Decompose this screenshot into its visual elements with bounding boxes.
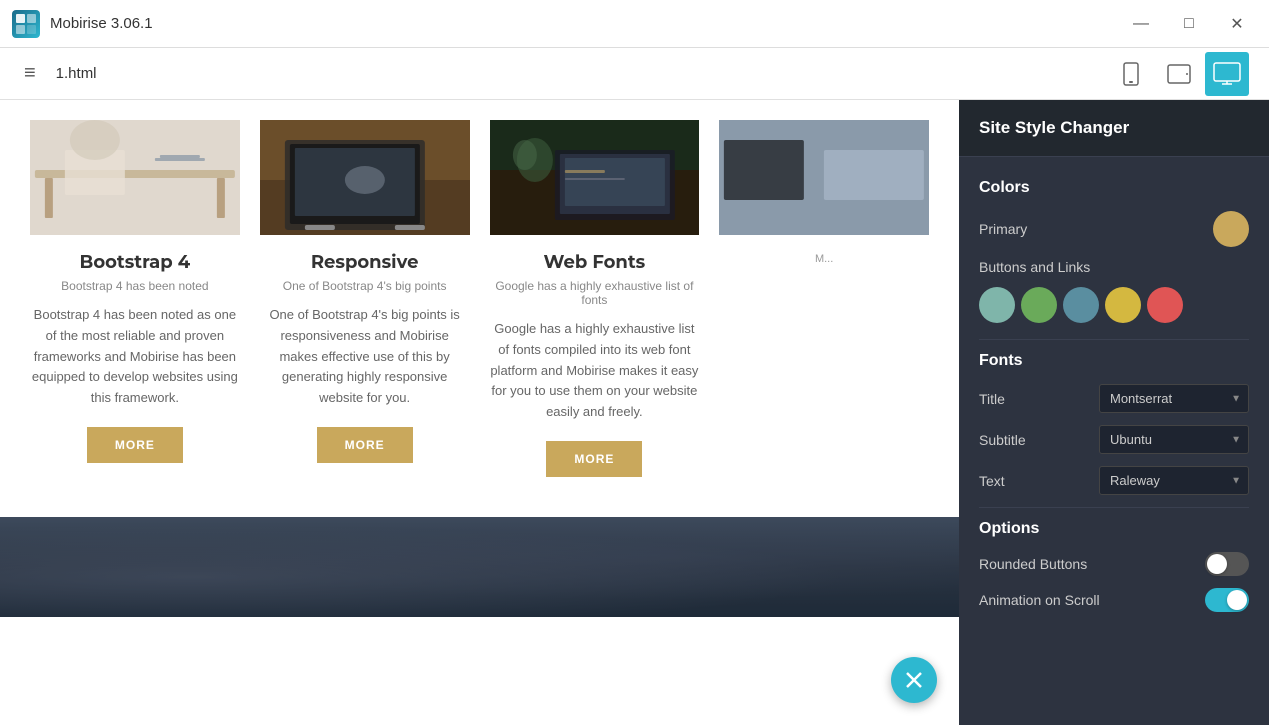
titlebar-left: Mobirise 3.06.1 <box>12 10 153 38</box>
card-3-title: Web Fonts <box>544 251 646 273</box>
titlebar: Mobirise 3.06.1 — □ ✕ <box>0 0 1269 48</box>
content-area: Bootstrap 4 Bootstrap 4 has been noted B… <box>0 100 959 725</box>
subtitle-font-dropdown[interactable]: Montserrat Ubuntu Raleway <box>1099 425 1249 454</box>
device-buttons <box>1109 52 1249 96</box>
text-font-dropdown[interactable]: Montserrat Ubuntu Raleway <box>1099 466 1249 495</box>
options-section-title: Options <box>979 520 1249 538</box>
swatch-3[interactable] <box>1063 287 1099 323</box>
primary-label: Primary <box>979 221 1027 237</box>
fonts-section-title: Fonts <box>979 352 1249 370</box>
window-controls: — □ ✕ <box>1121 4 1257 44</box>
title-font-dropdown[interactable]: Montserrat Ubuntu Raleway Open Sans <box>1099 384 1249 413</box>
minimize-button[interactable]: — <box>1121 4 1161 44</box>
primary-color-row: Primary <box>979 211 1249 247</box>
card-1-title: Bootstrap 4 <box>80 251 191 273</box>
card-3-text: Google has a highly exhaustive list of f… <box>490 319 700 423</box>
cards-section: Bootstrap 4 Bootstrap 4 has been noted B… <box>0 100 959 517</box>
bottom-section <box>0 517 959 617</box>
side-panel-title: Site Style Changer <box>979 118 1129 137</box>
filename-label: 1.html <box>56 65 97 82</box>
text-font-dropdown-wrapper: Montserrat Ubuntu Raleway <box>1099 466 1249 495</box>
animation-scroll-toggle[interactable] <box>1205 588 1249 612</box>
swatch-1[interactable] <box>979 287 1015 323</box>
color-swatches <box>979 287 1249 323</box>
title-font-label: Title <box>979 391 1005 407</box>
desktop-view-button[interactable] <box>1205 52 1249 96</box>
animation-scroll-label: Animation on Scroll <box>979 592 1100 608</box>
animation-scroll-toggle-thumb <box>1227 590 1247 610</box>
divider-1 <box>979 339 1249 340</box>
card-3-more-button[interactable]: MORE <box>546 441 642 477</box>
text-font-label: Text <box>979 473 1005 489</box>
side-panel-body: Colors Primary Buttons and Links Fonts T… <box>959 157 1269 642</box>
card-3-image <box>490 120 700 235</box>
card-1: Bootstrap 4 Bootstrap 4 has been noted B… <box>30 120 240 477</box>
rounded-buttons-toggle[interactable] <box>1205 552 1249 576</box>
close-button[interactable]: ✕ <box>1217 4 1257 44</box>
card-2-subtitle: One of Bootstrap 4's big points <box>283 279 447 293</box>
subtitle-font-row: Subtitle Montserrat Ubuntu Raleway <box>979 425 1249 454</box>
swatch-4[interactable] <box>1105 287 1141 323</box>
title-font-row: Title Montserrat Ubuntu Raleway Open San… <box>979 384 1249 413</box>
colors-section-title: Colors <box>979 179 1249 197</box>
card-3: Web Fonts Google has a highly exhaustive… <box>490 120 700 477</box>
card-2-title: Responsive <box>311 251 419 273</box>
tablet-view-button[interactable] <box>1157 52 1201 96</box>
card-1-image <box>30 120 240 235</box>
buttons-links-row: Buttons and Links <box>979 259 1249 275</box>
rounded-buttons-toggle-thumb <box>1207 554 1227 574</box>
card-4: M... <box>719 120 929 477</box>
divider-2 <box>979 507 1249 508</box>
subtitle-font-dropdown-wrapper: Montserrat Ubuntu Raleway <box>1099 425 1249 454</box>
swatch-5[interactable] <box>1147 287 1183 323</box>
maximize-button[interactable]: □ <box>1169 4 1209 44</box>
app-title: Mobirise 3.06.1 <box>50 15 153 32</box>
swatch-2[interactable] <box>1021 287 1057 323</box>
card-2-text: One of Bootstrap 4's big points is respo… <box>260 305 470 409</box>
side-panel: Site Style Changer Colors Primary Button… <box>959 100 1269 725</box>
card-2-more-button[interactable]: MORE <box>317 427 413 463</box>
side-panel-header: Site Style Changer <box>959 100 1269 157</box>
card-2-image <box>260 120 470 235</box>
toolbar: ≡ 1.html <box>0 48 1269 100</box>
title-font-dropdown-wrapper: Montserrat Ubuntu Raleway Open Sans <box>1099 384 1249 413</box>
animation-scroll-row: Animation on Scroll <box>979 588 1249 612</box>
card-1-more-button[interactable]: MORE <box>87 427 183 463</box>
rounded-buttons-label: Rounded Buttons <box>979 556 1087 572</box>
card-2: Responsive One of Bootstrap 4's big poin… <box>260 120 470 477</box>
buttons-links-label: Buttons and Links <box>979 259 1090 275</box>
text-font-row: Text Montserrat Ubuntu Raleway <box>979 466 1249 495</box>
cloud-overlay <box>0 517 959 617</box>
card-3-subtitle: Google has a highly exhaustive list of f… <box>490 279 700 307</box>
main-layout: Bootstrap 4 Bootstrap 4 has been noted B… <box>0 100 1269 725</box>
fab-button[interactable] <box>891 657 937 703</box>
card-1-text: Bootstrap 4 has been noted as one of the… <box>30 305 240 409</box>
card-1-subtitle: Bootstrap 4 has been noted <box>61 279 208 293</box>
cards-grid: Bootstrap 4 Bootstrap 4 has been noted B… <box>30 120 929 477</box>
menu-icon[interactable]: ≡ <box>20 58 40 89</box>
app-logo <box>12 10 40 38</box>
mobile-view-button[interactable] <box>1109 52 1153 96</box>
primary-color-swatch[interactable] <box>1213 211 1249 247</box>
rounded-buttons-row: Rounded Buttons <box>979 552 1249 576</box>
card-4-image <box>719 120 929 235</box>
subtitle-font-label: Subtitle <box>979 432 1026 448</box>
